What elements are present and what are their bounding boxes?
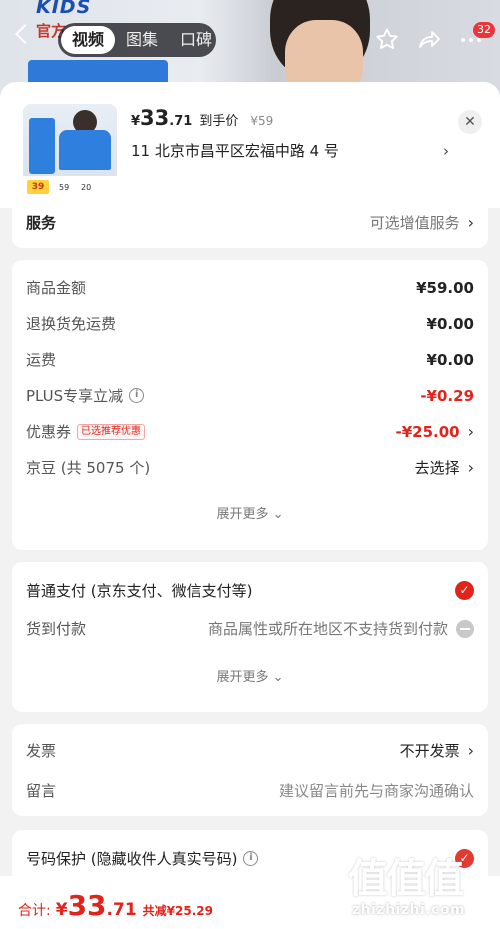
- site-watermark: 值值值 zhizhizhi.com: [348, 846, 493, 926]
- total-decimal: .71: [106, 900, 137, 920]
- remark-label: 留言: [26, 782, 57, 800]
- payment-card: 普通支付 (京东支付、微信支付等) ✓ 货到付款 商品属性或所在地区不支持货到付…: [12, 562, 488, 712]
- amount-row-return-shipping: 退换货免运费 ¥0.00: [26, 313, 474, 334]
- shop-logo: KIDS: [36, 0, 92, 18]
- payment-cod-label: 货到付款: [26, 620, 87, 638]
- product-thumbnail: 39 59 20: [23, 104, 117, 198]
- coupon-value: -¥25.00: [395, 422, 460, 441]
- coupon-label: 优惠券: [26, 423, 72, 441]
- payment-online-label: 普通支付 (京东支付、微信支付等): [26, 582, 253, 600]
- total-integer: 33: [67, 889, 107, 922]
- total-currency: ¥: [55, 900, 68, 920]
- freight-value: ¥0.00: [426, 350, 474, 369]
- amount-card: 商品金额 ¥59.00 退换货免运费 ¥0.00 运费 ¥0.00 PLUS专享…: [12, 260, 488, 550]
- invoice-value: 不开发票: [399, 742, 460, 760]
- total-savings: 共减¥25.29: [142, 904, 213, 918]
- expand-more-button[interactable]: 展开更多 ⌄: [12, 503, 488, 522]
- info-icon[interactable]: i: [243, 851, 259, 866]
- star-icon[interactable]: [375, 28, 399, 50]
- price-label: 到手价: [199, 114, 239, 129]
- amount-row-goods: 商品金额 ¥59.00: [26, 277, 474, 298]
- thumb-price-b: 20: [81, 183, 92, 192]
- amount-row-plus: PLUS专享立减 i -¥0.29: [26, 385, 474, 406]
- expand-more-label: 展开更多: [216, 507, 269, 522]
- media-tabs: 视频 图集 口碑: [58, 23, 216, 57]
- goods-amount-label: 商品金额: [26, 279, 87, 297]
- return-shipping-value: ¥0.00: [426, 314, 474, 333]
- price-integer: 33: [140, 106, 170, 130]
- chevron-right-icon[interactable]: ›: [443, 142, 449, 160]
- expand-more-label: 展开更多: [216, 670, 269, 685]
- amount-row-coupon[interactable]: 优惠券 已选推荐优惠 -¥25.00 ›: [26, 421, 474, 442]
- privacy-label: 号码保护 (隐藏收件人真实号码): [26, 850, 238, 868]
- plus-discount-label: PLUS专享立减: [26, 387, 124, 405]
- jd-beans-select: 去选择: [414, 459, 460, 477]
- delivery-address[interactable]: 11 北京市昌平区宏福中路 4 号: [131, 140, 339, 161]
- checkmark-icon[interactable]: ✓: [455, 581, 474, 600]
- expand-more-payment-button[interactable]: 展开更多 ⌄: [12, 666, 488, 685]
- service-row[interactable]: 服务 可选增值服务 ›: [26, 212, 474, 233]
- watermark-glyphs: 值值值: [348, 856, 464, 902]
- original-price: ¥59: [250, 114, 274, 128]
- message-count-badge: 32: [473, 22, 495, 38]
- jd-beans-label: 京豆 (共 5075 个): [26, 459, 151, 477]
- payment-option-online[interactable]: 普通支付 (京东支付、微信支付等) ✓: [26, 580, 474, 601]
- price-decimal: .71: [169, 114, 193, 129]
- invoice-row[interactable]: 发票 不开发票 ›: [26, 740, 474, 761]
- close-icon[interactable]: ✕: [458, 110, 482, 134]
- price-currency: ¥: [131, 114, 141, 129]
- thumb-folded-shirt: [29, 118, 55, 174]
- amount-row-freight: 运费 ¥0.00: [26, 349, 474, 370]
- sheet-header: 39 59 20 ¥ 33 .71 到手价 ¥59 11 北京市昌平区宏福中路 …: [0, 82, 500, 208]
- remark-input[interactable]: 建议留言前先与商家沟通确认: [279, 780, 474, 801]
- checkout-sheet: 39 59 20 ¥ 33 .71 到手价 ¥59 11 北京市昌平区宏福中路 …: [0, 82, 500, 929]
- disabled-minus-icon: [456, 619, 474, 638]
- chevron-down-icon: ⌄: [272, 507, 284, 522]
- watermark-url: zhizhizhi.com: [352, 902, 466, 918]
- order-total: 合计: ¥ 33 .71 共减¥25.29: [18, 889, 213, 922]
- service-card[interactable]: 服务 可选增值服务 ›: [12, 200, 488, 248]
- plus-discount-value: -¥0.29: [420, 386, 474, 405]
- chevron-right-icon: ›: [467, 741, 474, 760]
- tab-reviews[interactable]: 口碑: [169, 26, 223, 54]
- tab-video[interactable]: 视频: [61, 26, 116, 54]
- chevron-right-icon: ›: [467, 458, 474, 477]
- chevron-down-icon: ⌄: [272, 670, 284, 685]
- thumb-tag: 39: [27, 180, 49, 194]
- final-price: ¥ 33 .71 到手价 ¥59: [131, 106, 273, 130]
- goods-amount-value: ¥59.00: [416, 278, 474, 297]
- service-label: 服务: [26, 214, 57, 232]
- invoice-label: 发票: [26, 742, 57, 760]
- thumb-price-a: 59: [59, 183, 70, 192]
- chevron-right-icon: ›: [467, 422, 474, 441]
- service-value: 可选增值服务: [369, 214, 460, 232]
- total-label: 合计:: [18, 903, 51, 919]
- chevron-right-icon: ›: [467, 213, 474, 232]
- coupon-recommended-tag: 已选推荐优惠: [77, 423, 146, 440]
- remark-row[interactable]: 留言 建议留言前先与商家沟通确认: [26, 780, 474, 801]
- invoice-remark-card: 发票 不开发票 › 留言 建议留言前先与商家沟通确认: [12, 724, 488, 816]
- freight-label: 运费: [26, 351, 57, 369]
- info-icon[interactable]: i: [129, 388, 145, 403]
- thumb-model-shirt: [59, 130, 111, 170]
- return-shipping-label: 退换货免运费: [26, 315, 117, 333]
- payment-option-cod: 货到付款 商品属性或所在地区不支持货到付款: [26, 618, 474, 639]
- payment-cod-note: 商品属性或所在地区不支持货到付款: [207, 620, 448, 638]
- share-icon[interactable]: [417, 28, 441, 50]
- tab-gallery[interactable]: 图集: [115, 26, 169, 54]
- amount-row-beans[interactable]: 京豆 (共 5075 个) 去选择 ›: [26, 457, 474, 478]
